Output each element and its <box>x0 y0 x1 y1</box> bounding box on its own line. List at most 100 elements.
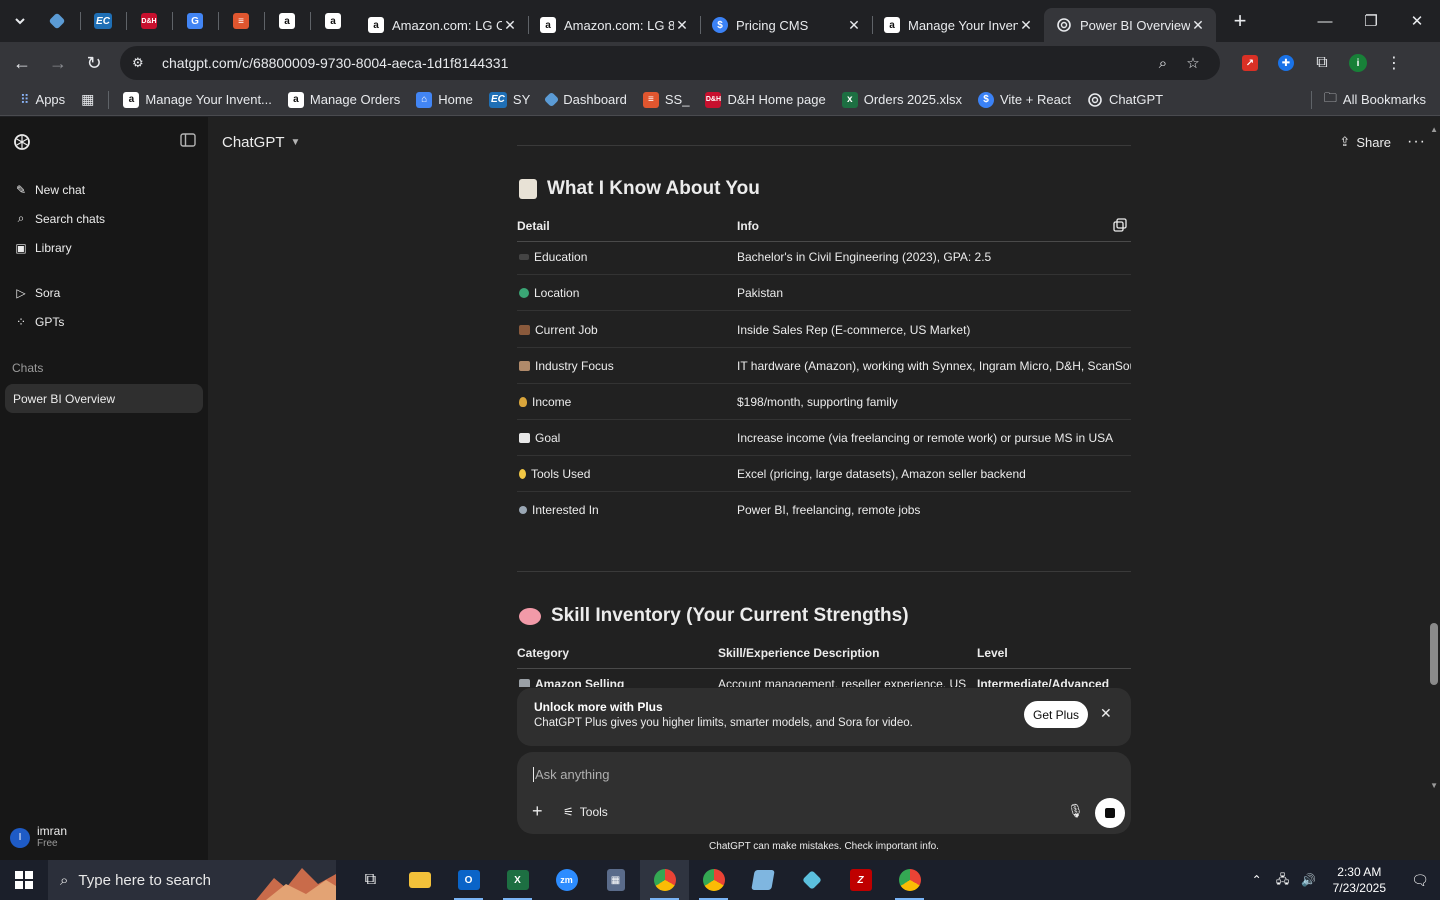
dh-icon: D&H <box>141 13 157 29</box>
bookmark-apps[interactable]: ⠿ Apps <box>14 86 71 114</box>
notification-icon[interactable]: 🗨 <box>1400 872 1440 889</box>
taskbar-app-chrome-profile[interactable] <box>689 860 738 900</box>
taskbar-app-explorer[interactable] <box>395 860 444 900</box>
pinned-tab[interactable]: a <box>264 0 310 42</box>
close-icon[interactable]: ✕ <box>502 17 518 34</box>
taskbar-app-notes[interactable] <box>738 860 787 900</box>
pinned-tab[interactable]: EC <box>80 0 126 42</box>
sidebar-item-gpts[interactable]: ⁘ GPTs <box>0 307 208 336</box>
system-clock[interactable]: 2:30 AM 7/23/2025 <box>1333 864 1386 896</box>
network-icon[interactable]: 🖧 <box>1271 870 1295 891</box>
close-icon[interactable]: ✕ <box>1018 17 1034 34</box>
scrollbar[interactable]: ▲ ▼ <box>1428 125 1440 795</box>
user-profile[interactable]: I imran Free <box>10 825 67 850</box>
more-options-icon[interactable]: ··· <box>1407 133 1426 151</box>
sidebar-chat-active[interactable]: Power BI Overview <box>5 384 203 413</box>
bookmark-item[interactable]: ≡ SS_ <box>637 86 696 114</box>
site-settings-icon[interactable]: ⚙ <box>132 55 154 71</box>
taskbar-app-chrome[interactable] <box>640 860 689 900</box>
sidebar-item-new-chat[interactable]: ✎ New chat <box>0 175 208 204</box>
address-bar[interactable]: ⚙ chatgpt.com/c/68800009-9730-8004-aeca-… <box>120 46 1220 80</box>
start-button[interactable] <box>0 860 48 900</box>
close-icon[interactable]: ✕ <box>1190 17 1206 34</box>
profile-avatar[interactable]: i <box>1340 54 1376 72</box>
browser-tab[interactable]: $ Pricing CMS ✕ <box>700 8 872 42</box>
taskbar-search[interactable]: ⌕ Type here to search <box>48 860 336 900</box>
close-icon[interactable]: ✕ <box>846 17 862 34</box>
add-attachment-icon[interactable]: + <box>532 801 543 822</box>
get-plus-button[interactable]: Get Plus <box>1024 701 1089 728</box>
taskbar-app-filezilla[interactable]: Z <box>836 860 885 900</box>
close-sidebar-icon[interactable] <box>180 132 196 152</box>
section-title: What I Know About You <box>547 178 760 199</box>
browser-tab[interactable]: a Manage Your Inven ✕ <box>872 8 1044 42</box>
extensions-puzzle-icon[interactable]: ⧉ <box>1304 54 1340 72</box>
chevron-up-icon[interactable]: ⌃ <box>1245 873 1269 887</box>
taskbar-app-excel[interactable]: X <box>493 860 542 900</box>
share-button[interactable]: ⇪ Share <box>1339 134 1391 150</box>
taskbar-app-zoom[interactable]: zm <box>542 860 591 900</box>
task-view-button[interactable]: ⧉ <box>346 860 395 900</box>
tab-search-button[interactable] <box>6 7 34 35</box>
bookmark-tab-groups[interactable]: ▦ <box>75 86 100 114</box>
taskbar-app-diamond[interactable] <box>787 860 836 900</box>
browser-tab-active[interactable]: Power BI Overview ✕ <box>1044 8 1216 42</box>
pinned-tab[interactable]: a <box>310 0 356 42</box>
minimize-button[interactable]: — <box>1302 0 1348 42</box>
chevron-down-icon: ▼ <box>290 136 301 148</box>
bookmark-item[interactable]: a Manage Orders <box>282 86 406 114</box>
close-icon[interactable]: ✕ <box>1100 705 1112 722</box>
taskbar-app-calculator[interactable]: ▦ <box>591 860 640 900</box>
composer[interactable]: Ask anything + ⚟ Tools 🎙 <box>517 752 1131 834</box>
browser-tab[interactable]: a Amazon.com: LG C ✕ <box>356 8 528 42</box>
copy-table-icon[interactable] <box>1113 218 1127 232</box>
bookmark-item[interactable]: a Manage Your Invent... <box>117 86 277 114</box>
chrome-icon <box>898 869 921 891</box>
prompt-input[interactable]: Ask anything <box>533 767 609 782</box>
volume-icon[interactable]: 🔊 <box>1297 873 1321 887</box>
forward-button[interactable]: → <box>40 45 76 81</box>
taskbar-app-chrome-alt[interactable] <box>885 860 934 900</box>
conversation-content: What I Know About You Detail Info Educat… <box>517 117 1131 687</box>
model-selector[interactable]: ChatGPT ▼ <box>222 134 300 151</box>
microphone-icon[interactable]: 🎙 <box>1067 803 1084 819</box>
tools-button[interactable]: ⚟ Tools <box>563 805 608 819</box>
reload-button[interactable]: ↻ <box>76 45 112 81</box>
close-icon[interactable]: ✕ <box>674 17 690 34</box>
scrollbar-thumb[interactable] <box>1430 623 1438 685</box>
taskbar-app-outlook[interactable]: O <box>444 860 493 900</box>
books-icon <box>519 361 530 371</box>
graduation-cap-icon <box>519 254 529 260</box>
bookmark-star-icon[interactable]: ☆ <box>1178 54 1208 72</box>
browser-menu-icon[interactable]: ⋮ <box>1376 53 1412 73</box>
stop-button[interactable] <box>1095 798 1125 828</box>
browser-tab[interactable]: a Amazon.com: LG 8 ✕ <box>528 8 700 42</box>
new-tab-button[interactable]: + <box>1224 5 1256 37</box>
bookmark-item[interactable]: $ Vite + React <box>972 86 1077 114</box>
url-text[interactable]: chatgpt.com/c/68800009-9730-8004-aeca-1d… <box>162 55 1148 71</box>
bookmark-item[interactable]: ChatGPT <box>1081 86 1169 114</box>
pinned-tab[interactable]: D&H <box>126 0 172 42</box>
sidebar-item-search-chats[interactable]: ⌕ Search chats <box>0 204 208 233</box>
bookmark-item[interactable]: EC SY <box>483 86 536 114</box>
openai-logo-icon[interactable] <box>12 132 32 152</box>
bookmark-item[interactable]: D&H D&H Home page <box>699 86 831 114</box>
extension-icon[interactable]: ✚ <box>1268 55 1304 71</box>
pinned-tab[interactable]: G <box>172 0 218 42</box>
bookmark-item[interactable]: x Orders 2025.xlsx <box>836 86 968 114</box>
pinned-tab[interactable]: ≡ <box>218 0 264 42</box>
clock-time: 2:30 AM <box>1337 865 1382 879</box>
bookmark-item[interactable]: ⌂ Home <box>410 86 479 114</box>
scroll-up-icon[interactable]: ▲ <box>1430 125 1438 134</box>
sidebar-item-sora[interactable]: ▷ Sora <box>0 278 208 307</box>
back-button[interactable]: ← <box>4 45 40 81</box>
pinned-tab[interactable] <box>34 0 80 42</box>
zoom-icon[interactable]: ⌕ <box>1148 55 1178 72</box>
window-close-button[interactable]: ✕ <box>1394 0 1440 42</box>
bookmark-item[interactable]: Dashboard <box>540 86 633 114</box>
restore-button[interactable]: ❐ <box>1348 0 1394 42</box>
sidebar-item-library[interactable]: ▣ Library <box>0 233 208 262</box>
extension-icon[interactable]: ↗ <box>1232 55 1268 71</box>
all-bookmarks[interactable]: 🗀 All Bookmarks <box>1307 89 1426 111</box>
scroll-down-icon[interactable]: ▼ <box>1430 781 1438 790</box>
